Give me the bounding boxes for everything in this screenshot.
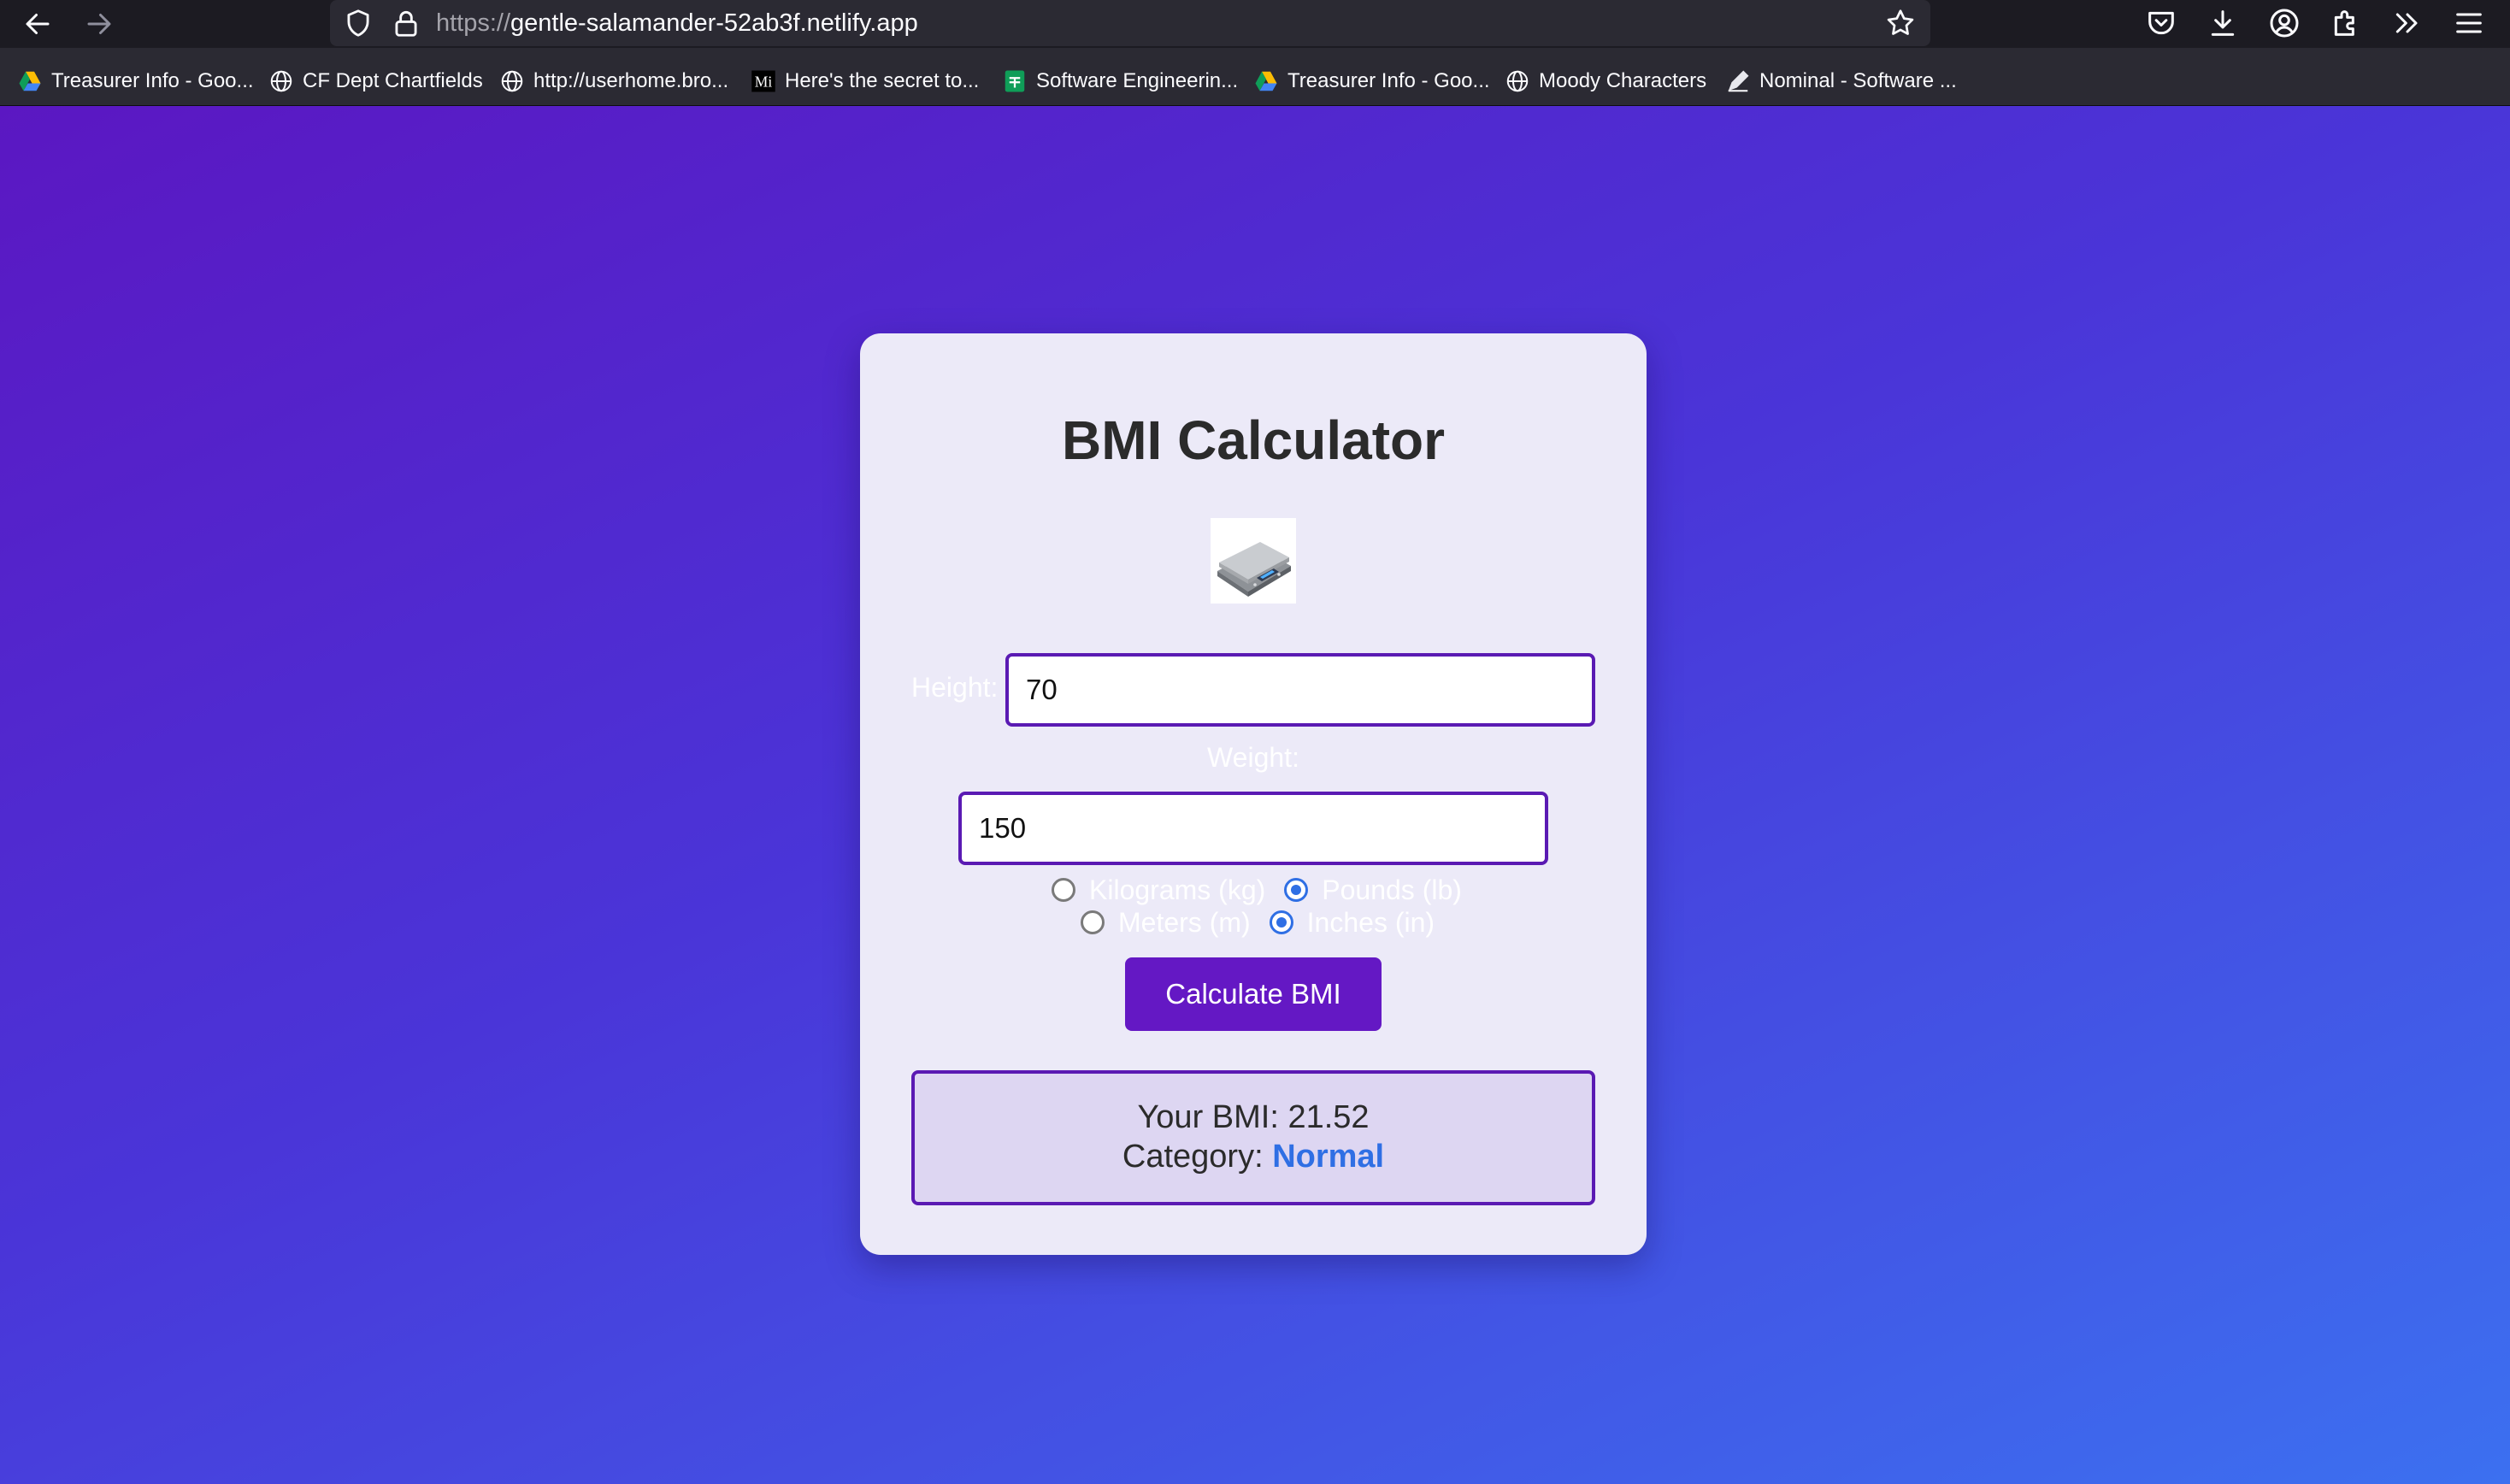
bmi-prefix: Your BMI:	[1137, 1099, 1279, 1135]
bookmark-label: Nominal - Software ...	[1759, 69, 1957, 92]
height-input[interactable]	[1005, 653, 1595, 727]
bookmark-label: Treasurer Info - Goo...	[1287, 69, 1490, 92]
account-button[interactable]	[2267, 6, 2301, 40]
app-menu-button[interactable]	[2452, 6, 2486, 40]
bookmark-label: Software Engineerin...	[1036, 69, 1239, 92]
result-box: Your BMI: 21.52 Category: Normal	[911, 1070, 1595, 1205]
height-unit-group: Meters (m) Inches (in)	[1081, 906, 1453, 939]
bmi-result: Your BMI: 21.52	[915, 1099, 1592, 1136]
forward-button[interactable]	[79, 3, 120, 44]
bookmark-label: Here's the secret to...	[785, 69, 980, 92]
bookmark-item[interactable]: http://userhome.bro...	[499, 63, 728, 99]
inches-radio[interactable]	[1269, 910, 1293, 934]
bookmark-item[interactable]: Software Engineerin...	[1002, 63, 1238, 99]
google-drive-icon	[1253, 68, 1279, 94]
google-sheets-icon	[1002, 68, 1028, 94]
account-icon	[2270, 9, 2299, 38]
pocket-button[interactable]	[2144, 6, 2178, 40]
height-label: Height:	[911, 672, 999, 703]
medium-icon: Mi	[751, 68, 776, 94]
inches-label: Inches (in)	[1306, 906, 1435, 938]
weight-label: Weight:	[1207, 742, 1299, 773]
weight-unit-group: Kilograms (kg) Pounds (lb)	[1052, 874, 1481, 906]
hamburger-menu-icon	[2456, 13, 2482, 33]
bookmark-label: Treasurer Info - Goo...	[51, 69, 254, 92]
bookmark-item[interactable]: Treasurer Info - Goo...	[1253, 63, 1490, 99]
google-drive-icon	[17, 68, 43, 94]
more-tools-button[interactable]	[2390, 6, 2425, 40]
url-text[interactable]: https://gentle-salamander-52ab3f.netlify…	[436, 7, 918, 39]
globe-icon	[268, 68, 294, 94]
kilograms-radio[interactable]	[1052, 878, 1075, 902]
lock-icon[interactable]	[390, 7, 422, 39]
page-viewport: BMI Calculator Height: Weight: Kilograms…	[0, 106, 2510, 1484]
bmi-calculator-card: BMI Calculator Height: Weight: Kilograms…	[860, 333, 1647, 1255]
bmi-value: 21.52	[1287, 1099, 1370, 1135]
url-host: gentle-salamander-52ab3f.netlify.app	[510, 9, 918, 37]
pounds-label: Pounds (lb)	[1322, 874, 1462, 905]
forward-arrow-icon	[87, 14, 111, 34]
page-title: BMI Calculator	[1061, 409, 1446, 471]
kilograms-label: Kilograms (kg)	[1089, 874, 1266, 905]
download-icon	[2211, 10, 2235, 36]
url-scheme: https://	[436, 9, 511, 37]
tracking-protection-shield-icon[interactable]	[342, 7, 374, 39]
bookmark-item[interactable]: Treasurer Info - Goo...	[17, 63, 254, 99]
scale-icon	[1211, 518, 1296, 604]
chevrons-right-icon	[2395, 13, 2418, 33]
category-value: Normal	[1272, 1139, 1385, 1175]
pounds-radio[interactable]	[1284, 878, 1309, 902]
bookmark-label: CF Dept Chartfields	[303, 69, 483, 92]
globe-icon	[499, 68, 525, 94]
puzzle-icon	[2334, 10, 2354, 36]
bookmark-star-icon[interactable]	[1884, 7, 1917, 39]
svg-text:Mi: Mi	[755, 73, 773, 90]
bookmark-label: Moody Characters	[1539, 69, 1707, 92]
bookmark-item[interactable]: CF Dept Chartfields	[268, 63, 483, 99]
pencil-icon	[1725, 68, 1751, 94]
category-prefix: Category:	[1122, 1139, 1264, 1175]
bookmark-label: http://userhome.bro...	[533, 69, 729, 92]
extensions-button[interactable]	[2329, 6, 2363, 40]
downloads-button[interactable]	[2206, 6, 2240, 40]
back-arrow-icon	[26, 14, 50, 34]
back-button[interactable]	[17, 3, 58, 44]
calculate-bmi-button[interactable]: Calculate BMI	[1125, 957, 1382, 1031]
meters-label: Meters (m)	[1118, 906, 1251, 938]
category-result: Category: Normal	[915, 1139, 1592, 1175]
browser-toolbar: https://gentle-salamander-52ab3f.netlify…	[0, 0, 2510, 48]
meters-radio[interactable]	[1081, 910, 1105, 934]
bookmark-item[interactable]: Moody Characters	[1505, 63, 1706, 99]
weight-input[interactable]	[958, 792, 1548, 865]
bookmark-item[interactable]: Mi Here's the secret to...	[751, 63, 979, 99]
bookmark-item[interactable]: Nominal - Software ...	[1725, 63, 1957, 99]
pocket-icon	[2148, 11, 2174, 35]
globe-icon	[1505, 68, 1530, 94]
